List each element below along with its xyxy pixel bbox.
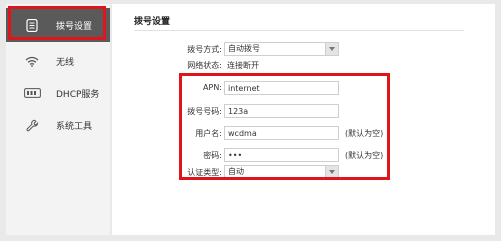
username-label: 用户名: bbox=[195, 129, 222, 138]
sidebar-item-label: 系统工具 bbox=[56, 121, 93, 132]
apn-label: APN: bbox=[203, 83, 222, 92]
username-note: (默认为空) bbox=[345, 129, 384, 138]
sidebar-item-wireless[interactable]: 无线 bbox=[6, 44, 110, 78]
dialpad-icon bbox=[20, 18, 44, 32]
username-input[interactable] bbox=[224, 126, 339, 140]
bottom-band bbox=[0, 236, 501, 241]
network-status-label: 网络状态: bbox=[187, 61, 222, 70]
dial-number-label: 拨号号码: bbox=[187, 107, 222, 116]
dial-mode-value: 自动拨号 bbox=[228, 44, 260, 53]
dial-number-input[interactable] bbox=[224, 104, 339, 118]
sidebar-item-system-tools[interactable]: 系统工具 bbox=[6, 108, 110, 142]
wrench-icon bbox=[20, 119, 44, 132]
sidebar-item-label: DHCP服务 bbox=[56, 89, 100, 100]
dhcp-icon bbox=[20, 88, 44, 98]
dial-mode-select[interactable]: 自动拨号 bbox=[224, 42, 339, 56]
auth-type-label: 认证类型: bbox=[187, 168, 222, 177]
auth-type-select[interactable]: 自动 bbox=[224, 165, 339, 179]
page-title: 拨号设置 bbox=[134, 17, 171, 27]
dial-mode-label: 拨号方式: bbox=[187, 45, 222, 54]
apn-input[interactable] bbox=[224, 81, 339, 95]
password-note: (默认为空) bbox=[345, 151, 384, 160]
title-divider bbox=[134, 30, 464, 31]
password-label: 密码: bbox=[203, 151, 222, 160]
wifi-icon bbox=[20, 56, 44, 67]
sidebar-item-label: 无线 bbox=[56, 57, 75, 68]
sidebar-item-label: 拨号设置 bbox=[56, 21, 93, 32]
sidebar-item-dial-settings[interactable]: 拨号设置 bbox=[6, 8, 110, 42]
sidebar-item-dhcp[interactable]: DHCP服务 bbox=[6, 76, 110, 110]
password-input[interactable] bbox=[224, 148, 339, 162]
auth-type-value: 自动 bbox=[228, 167, 244, 176]
sidebar: 拨号设置 无线 DHCP服务 系统工具 bbox=[6, 4, 110, 235]
chevron-down-icon[interactable] bbox=[325, 166, 338, 178]
chevron-down-icon[interactable] bbox=[325, 43, 338, 55]
network-status-value: 连接断开 bbox=[227, 61, 259, 70]
main-panel: 拨号设置 拨号方式: 自动拨号 网络状态: 连接断开 APN: 拨号号码: 用户… bbox=[112, 4, 495, 235]
